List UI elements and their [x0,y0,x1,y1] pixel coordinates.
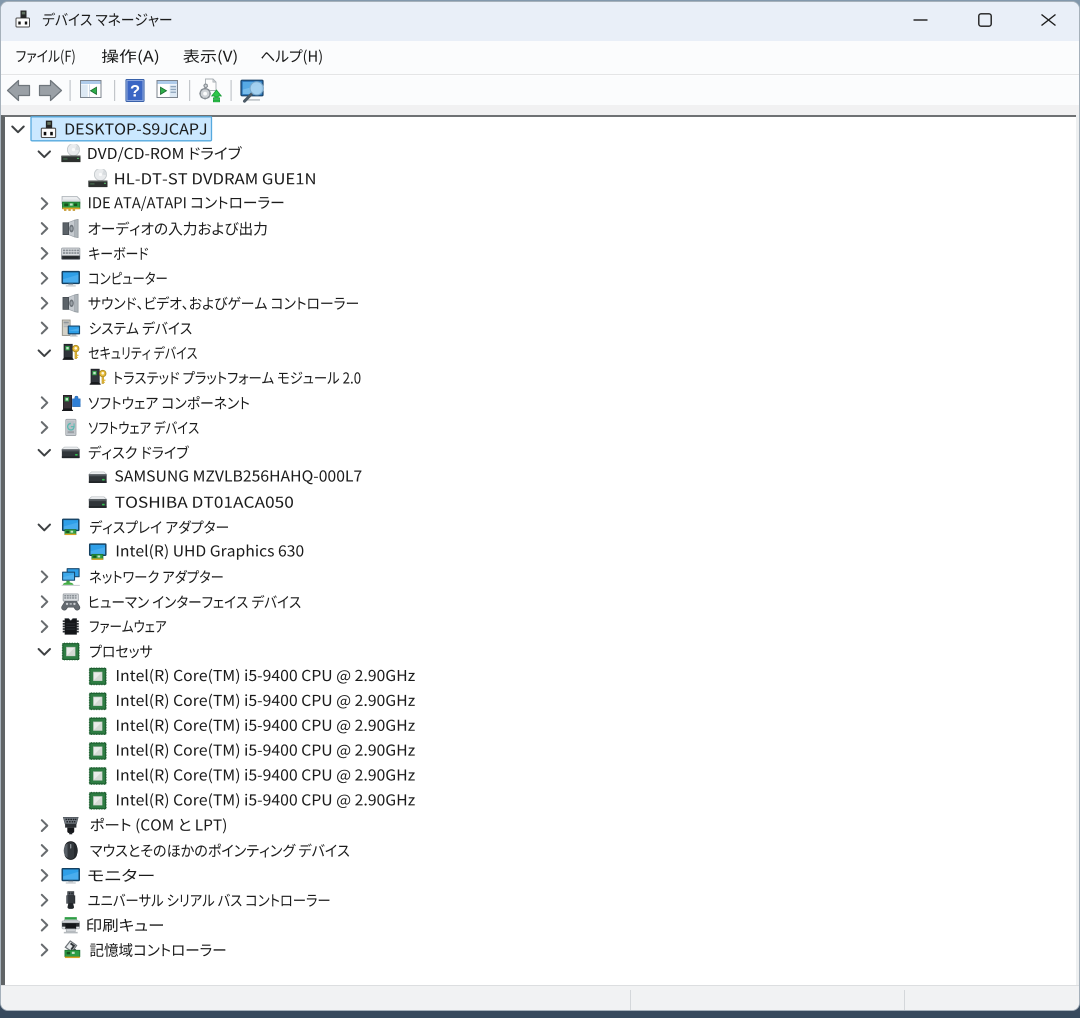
svg-text:?: ? [130,83,140,101]
